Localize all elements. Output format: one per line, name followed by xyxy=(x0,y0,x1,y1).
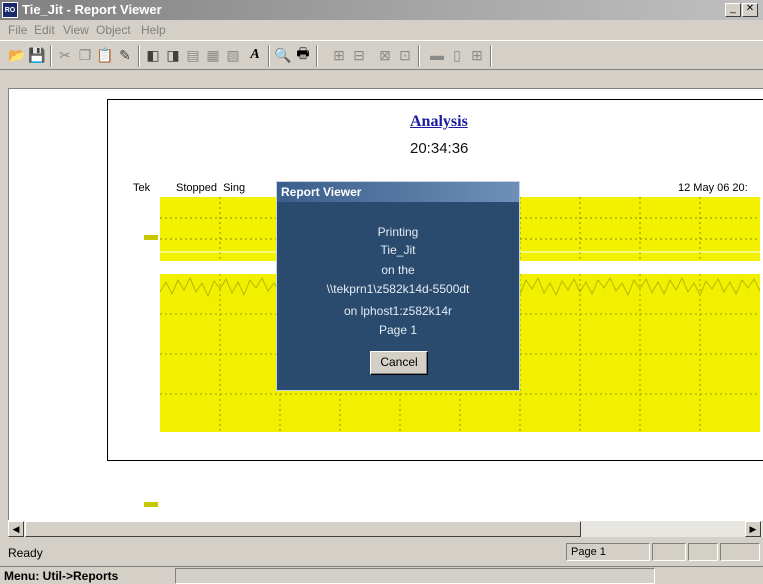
toolbar-separator xyxy=(138,45,140,67)
menu-view[interactable]: View xyxy=(63,23,89,37)
open-icon[interactable]: 📂 xyxy=(8,46,26,64)
copy-icon[interactable]: ❐ xyxy=(76,46,94,64)
channel-marker xyxy=(144,502,158,507)
menu-object[interactable]: Object xyxy=(96,23,131,37)
status-pane xyxy=(652,543,686,561)
save-icon[interactable]: 💾 xyxy=(28,46,46,64)
dialog-line-document: Tie_Jit xyxy=(380,243,416,257)
center-v-icon[interactable]: ⊡ xyxy=(396,46,414,64)
print-icon[interactable]: 🖶 xyxy=(294,45,312,64)
menu-bar: File Edit View Object Help xyxy=(0,20,763,40)
dialog-line-port: on lphost1:z582k14r xyxy=(343,304,453,318)
paste-icon[interactable]: 📋 xyxy=(96,46,114,64)
app-icon[interactable]: RO xyxy=(2,2,18,18)
scroll-left-button[interactable]: ◀ xyxy=(8,521,24,537)
cancel-button[interactable]: Cancel xyxy=(370,351,428,375)
close-button[interactable]: ✕ xyxy=(742,3,758,17)
scope-state: Stopped Sing xyxy=(176,182,246,194)
window-title: Tie_Jit - Report Viewer xyxy=(22,2,162,17)
print-preview-icon[interactable]: 🔍 xyxy=(274,46,292,64)
scroll-right-button[interactable]: ▶ xyxy=(745,521,761,537)
menu-help[interactable]: Help xyxy=(141,23,166,37)
toolbar-separator xyxy=(268,45,270,67)
toolbar-separator xyxy=(316,45,318,67)
scope-date: 12 May 06 20: xyxy=(678,182,748,194)
dialog-line-printer: \\tekprn1\z582k14d-5500dt xyxy=(326,282,470,296)
host-menu-path: Menu: Util->Reports xyxy=(4,569,119,583)
host-status-bar: Menu: Util->Reports xyxy=(0,566,763,584)
status-text: Ready xyxy=(8,546,43,560)
size-height-icon[interactable]: ▯ xyxy=(448,46,466,64)
scroll-thumb[interactable] xyxy=(25,521,581,537)
report-title: Analysis xyxy=(410,113,468,130)
toolbar: 📂 💾 ✂ ❐ 📋 ✎ ◧ ◨ ▤ ▦ ▧ A 🔍 🖶 ⊞ ⊟ ⊠ ⊡ ▬ ▯ … xyxy=(0,40,763,70)
menu-edit[interactable]: Edit xyxy=(34,23,55,37)
toolbar-separator xyxy=(418,45,420,67)
dialog-line-printing: Printing xyxy=(377,225,419,239)
size-both-icon[interactable]: ⊞ xyxy=(468,46,486,64)
space-v-icon[interactable]: ⊟ xyxy=(350,46,368,64)
menu-file[interactable]: File xyxy=(8,23,27,37)
toolbar-separator xyxy=(490,45,492,67)
horizontal-scrollbar[interactable]: ◀ ▶ xyxy=(8,520,763,537)
group-icon[interactable]: ▤ xyxy=(184,46,202,64)
cut-icon[interactable]: ✂ xyxy=(56,46,74,64)
text-icon[interactable]: A xyxy=(246,46,264,64)
status-pane xyxy=(720,543,760,561)
center-h-icon[interactable]: ⊠ xyxy=(376,46,394,64)
title-bar: RO Tie_Jit - Report Viewer _ ✕ xyxy=(0,0,763,20)
align-icon[interactable]: ▦ xyxy=(204,46,222,64)
status-page: Page 1 xyxy=(566,543,650,561)
space-h-icon[interactable]: ⊞ xyxy=(330,46,348,64)
status-pane xyxy=(688,543,718,561)
bring-front-icon[interactable]: ◧ xyxy=(144,46,162,64)
channel-marker xyxy=(144,235,158,240)
dialog-title: Report Viewer xyxy=(277,182,519,202)
minimize-button[interactable]: _ xyxy=(725,3,741,17)
eraser-icon[interactable]: ✎ xyxy=(116,46,134,64)
dialog-line-page: Page 1 xyxy=(378,323,418,337)
print-dialog: Report Viewer Printing Tie_Jit on the \\… xyxy=(276,181,520,391)
send-back-icon[interactable]: ◨ xyxy=(164,46,182,64)
report-time: 20:34:36 xyxy=(410,140,469,157)
host-status-pane xyxy=(175,568,655,584)
scope-brand: Tek xyxy=(133,182,151,194)
dialog-line-on-the: on the xyxy=(381,263,415,277)
status-bar: Ready Page 1 xyxy=(0,538,763,564)
distribute-icon[interactable]: ▧ xyxy=(224,46,242,64)
toolbar-separator xyxy=(50,45,52,67)
size-width-icon[interactable]: ▬ xyxy=(428,46,446,64)
